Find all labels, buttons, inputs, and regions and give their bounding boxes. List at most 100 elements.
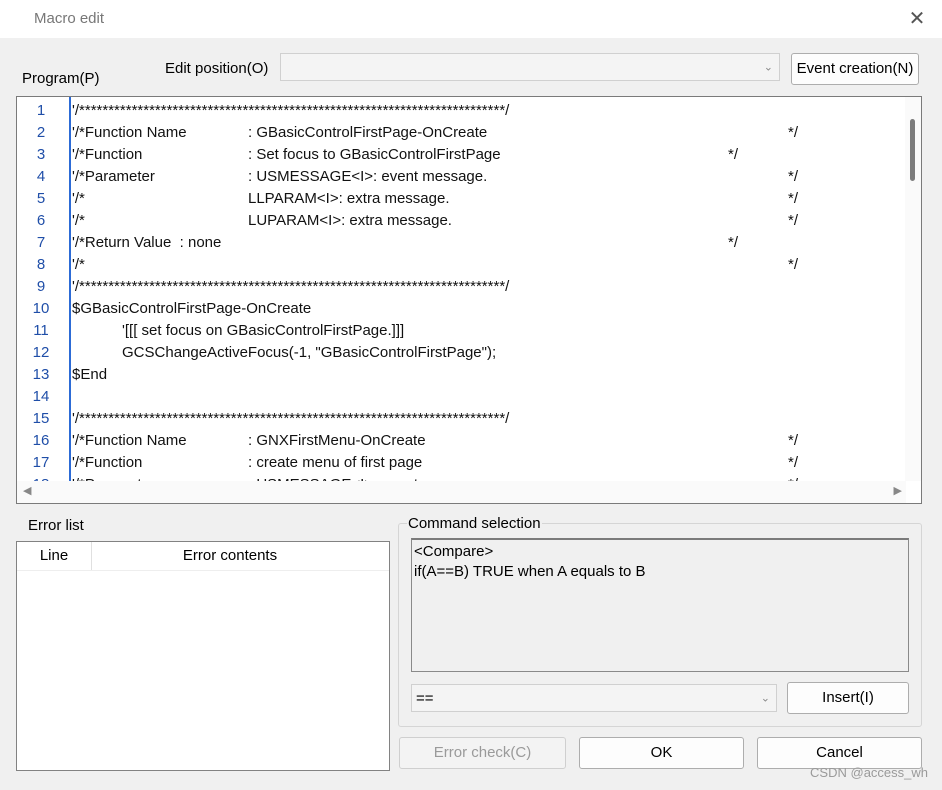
line-number: 8 (36, 256, 46, 273)
code-area[interactable]: '/**************************************… (72, 97, 906, 481)
code-segment: */ (788, 256, 799, 273)
line-number: 10 (32, 300, 50, 317)
horizontal-scrollbar[interactable]: ◀ ▶ (17, 481, 906, 503)
watermark: CSDN @access_wh (810, 765, 928, 780)
error-list-label: Error list (28, 517, 84, 534)
code-segment: '/* (72, 212, 85, 229)
close-icon[interactable]: ✕ (904, 6, 930, 32)
code-line[interactable]: '[[[ set focus on GBasicControlFirstPage… (72, 320, 906, 342)
code-line[interactable]: '/* LLPARAM<I>: extra message. */ (72, 188, 906, 210)
code-segment: */ (728, 146, 739, 163)
command-description: <Compare> if(A==B) TRUE when A equals to… (411, 538, 909, 672)
code-segment: : GBasicControlFirstPage-OnCreate (248, 124, 488, 141)
code-line[interactable] (72, 386, 906, 408)
line-number-gutter: 123456789101112131415161718 (17, 97, 71, 493)
code-segment: : Set focus to GBasicControlFirstPage (248, 146, 501, 163)
title-bar: Macro edit ✕ (0, 0, 942, 38)
code-line[interactable]: '/**************************************… (72, 408, 906, 430)
line-number: 12 (32, 344, 50, 361)
code-segment: */ (788, 168, 799, 185)
line-number: 16 (32, 432, 50, 449)
operator-select[interactable]: == ⌄ (411, 684, 777, 712)
line-number: 5 (36, 190, 46, 207)
code-line[interactable]: '/*Parameter : USMESSAGE<I>: event messag… (72, 474, 906, 481)
code-segment: */ (788, 212, 799, 229)
edit-position-select[interactable]: ⌄ (280, 53, 780, 81)
code-segment: LLPARAM<I>: extra message. (248, 190, 450, 207)
error-check-button[interactable]: Error check(C) (399, 737, 566, 769)
code-line[interactable]: '/*Function : create menu of first page */ (72, 452, 906, 474)
code-segment: $End (72, 366, 108, 383)
code-segment: GCSChangeActiveFocus(-1, "GBasicControlF… (72, 344, 497, 361)
line-number: 11 (33, 322, 49, 339)
vertical-scrollbar[interactable] (905, 97, 921, 481)
line-number: 1 (36, 102, 46, 119)
chevron-down-icon: ⌄ (763, 61, 773, 74)
error-list[interactable]: Line Error contents (16, 541, 390, 771)
code-segment: '/*Function Name (72, 124, 187, 141)
code-segment: '/**************************************… (72, 410, 510, 427)
event-creation-button[interactable]: Event creation(N) (791, 53, 919, 85)
code-segment: */ (788, 124, 799, 141)
code-segment: '/*Function (72, 146, 143, 163)
line-number: 4 (36, 168, 46, 185)
line-number: 15 (32, 410, 50, 427)
window-title: Macro edit (34, 10, 105, 27)
code-segment: */ (788, 190, 799, 207)
operator-value: == (416, 690, 434, 707)
code-line[interactable]: '/*Return Value : none */ (72, 232, 906, 254)
line-number: 7 (36, 234, 46, 251)
code-segment: '/*Function (72, 454, 143, 471)
code-segment: '[[[ set focus on GBasicControlFirstPage… (72, 322, 405, 339)
code-segment: : create menu of first page (248, 454, 423, 471)
code-line[interactable]: '/*Function Name : GBasicControlFirstPage… (72, 122, 906, 144)
line-number: 3 (36, 146, 46, 163)
code-segment: */ (788, 454, 799, 471)
ok-button[interactable]: OK (579, 737, 744, 769)
scrollbar-thumb[interactable] (910, 119, 915, 181)
code-segment: '/**************************************… (72, 102, 510, 119)
line-number: 14 (32, 388, 50, 405)
command-explanation: if(A==B) TRUE when A equals to B (414, 563, 646, 580)
code-line[interactable]: '/*Function Name: GNXFirstMenu-OnCreate *… (72, 430, 906, 452)
code-line[interactable]: '/**************************************… (72, 276, 906, 298)
code-segment: '/*Parameter (72, 168, 155, 185)
code-segment: */ (788, 432, 799, 449)
program-label: Program(P) (22, 70, 100, 87)
column-header-line[interactable]: Line (17, 542, 92, 570)
command-category: <Compare> (414, 543, 494, 560)
line-number: 2 (36, 124, 46, 141)
code-segment: LUPARAM<I>: extra message. (248, 212, 452, 229)
code-segment: : USMESSAGE<I>: event message. (248, 168, 488, 185)
code-segment: */ (788, 474, 798, 481)
code-segment: '/*Return Value : none (72, 234, 222, 251)
line-number: 6 (36, 212, 46, 229)
code-segment: : USMESSAGE<I>: event message. (248, 474, 487, 481)
column-header-error-contents[interactable]: Error contents (92, 542, 368, 570)
code-line[interactable]: '/*Function : Set focus to GBasicControlF… (72, 144, 906, 166)
code-line[interactable]: '/* */ (72, 254, 906, 276)
code-segment: '/*Function Name (72, 432, 187, 449)
line-number: 17 (32, 454, 50, 471)
code-line[interactable]: '/* LUPARAM<I>: extra message. */ (72, 210, 906, 232)
command-selection-group: Command selection <Compare> if(A==B) TRU… (398, 515, 922, 727)
code-segment: '/*Parameter (72, 474, 155, 481)
code-line[interactable]: GCSChangeActiveFocus(-1, "GBasicControlF… (72, 342, 906, 364)
line-number: 13 (32, 366, 50, 383)
command-selection-label: Command selection (407, 515, 542, 532)
insert-button[interactable]: Insert(I) (787, 682, 909, 714)
code-segment: '/* (72, 256, 85, 273)
code-line[interactable]: '/**************************************… (72, 100, 906, 122)
code-line[interactable]: '/*Parameter : USMESSAGE<I>: event messag… (72, 166, 906, 188)
scroll-left-icon[interactable]: ◀ (23, 484, 31, 497)
code-segment: '/* (72, 190, 85, 207)
error-list-header: Line Error contents (17, 542, 389, 571)
code-segment: */ (728, 234, 739, 251)
code-line[interactable]: $GBasicControlFirstPage-OnCreate (72, 298, 906, 320)
code-segment: '/**************************************… (72, 278, 510, 295)
code-line[interactable]: $End (72, 364, 906, 386)
program-editor[interactable]: 123456789101112131415161718 '/**********… (16, 96, 922, 504)
line-number: 9 (36, 278, 46, 295)
chevron-down-icon: ⌄ (760, 692, 770, 705)
scroll-right-icon[interactable]: ▶ (894, 484, 902, 497)
